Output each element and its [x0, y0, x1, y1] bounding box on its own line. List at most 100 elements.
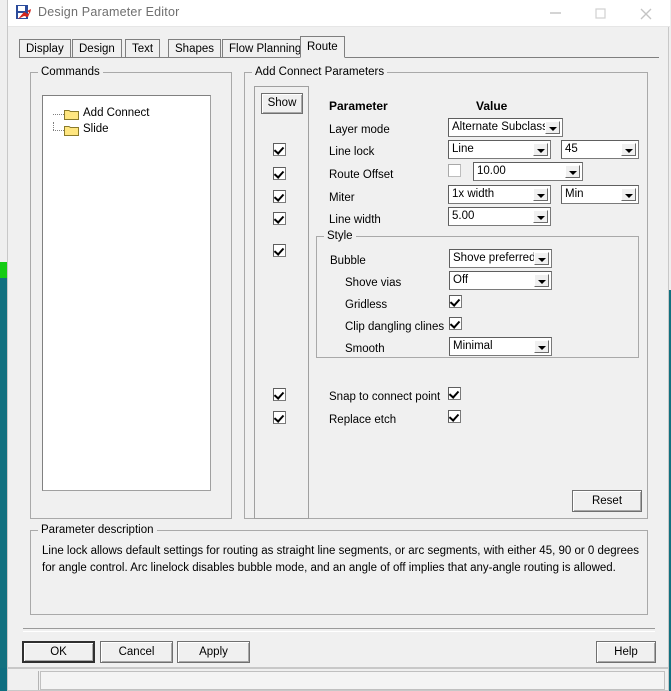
combo-line-width[interactable]: 5.00 — [448, 207, 551, 226]
value-column-header: Value — [476, 99, 508, 113]
description-text: Line lock allows default settings for ro… — [42, 545, 640, 574]
chevron-down-icon[interactable] — [621, 188, 636, 201]
maximize-icon — [595, 8, 606, 19]
description-legend: Parameter description — [38, 524, 157, 536]
tab-shapes[interactable]: Shapes — [168, 39, 222, 57]
tree-item-label: Add Connect — [83, 107, 150, 119]
label-line-lock: Line lock — [329, 146, 375, 158]
chevron-down-icon[interactable] — [534, 274, 549, 287]
tab-display[interactable]: Display — [19, 39, 71, 57]
ok-button[interactable]: OK — [22, 641, 95, 663]
label-bubble: Bubble — [330, 255, 366, 267]
tree-item-label: Slide — [83, 123, 109, 135]
show-checkbox-route-offset[interactable] — [273, 167, 286, 180]
chevron-down-icon[interactable] — [565, 165, 580, 178]
chevron-down-icon[interactable] — [545, 121, 560, 134]
show-checkbox-line-width[interactable] — [273, 212, 286, 225]
help-button[interactable]: Help — [596, 641, 656, 663]
desktop-left-top — [0, 0, 7, 262]
style-group: Style Bubble Shove preferred Shove vias … — [316, 230, 639, 358]
commands-tree[interactable]: Add Connect Slide — [42, 95, 211, 491]
maximize-button[interactable] — [580, 0, 625, 26]
status-separator — [38, 671, 39, 690]
show-checkbox-style[interactable] — [273, 244, 286, 257]
minimize-button[interactable] — [535, 0, 580, 26]
tab-text[interactable]: Text — [125, 39, 161, 57]
window-title: Design Parameter Editor — [38, 5, 180, 19]
tab-flow-planning[interactable]: Flow Planning — [222, 39, 309, 57]
folder-icon — [64, 108, 79, 120]
combo-line-lock-value: Line — [452, 143, 474, 155]
chevron-down-icon[interactable] — [533, 143, 548, 156]
chevron-down-icon[interactable] — [534, 340, 549, 353]
combo-miter-value: 1x width — [452, 188, 495, 200]
reset-button[interactable]: Reset — [572, 490, 642, 512]
combo-smooth-value: Minimal — [453, 340, 493, 352]
checkbox-gridless[interactable] — [449, 295, 462, 308]
style-legend: Style — [324, 230, 356, 242]
combo-route-offset-value: 10.00 — [477, 165, 506, 177]
combo-layer-mode[interactable]: Alternate Subclass — [448, 118, 563, 137]
combo-miter-mode[interactable]: Min — [561, 185, 639, 204]
chevron-down-icon[interactable] — [533, 210, 548, 223]
desktop-green-accent — [0, 262, 7, 278]
allegro-app-icon — [15, 4, 33, 22]
label-shove-vias: Shove vias — [345, 277, 402, 289]
combo-smooth[interactable]: Minimal — [449, 337, 552, 356]
show-checkbox-replace-etch[interactable] — [273, 411, 286, 424]
label-layer-mode: Layer mode — [329, 124, 390, 136]
combo-shove-vias[interactable]: Off — [449, 271, 552, 290]
label-clip-dangling-clines: Clip dangling clines — [345, 321, 445, 333]
label-snap-to-connect-point: Snap to connect point — [329, 391, 441, 403]
label-miter: Miter — [329, 192, 355, 204]
close-icon — [640, 8, 652, 20]
commands-legend: Commands — [38, 66, 103, 78]
chevron-down-icon[interactable] — [533, 188, 548, 201]
show-checkbox-line-lock[interactable] — [273, 143, 286, 156]
chevron-down-icon[interactable] — [621, 143, 636, 156]
screen: Design Parameter Editor Display Design T… — [0, 0, 671, 691]
combo-miter[interactable]: 1x width — [448, 185, 551, 204]
combo-line-lock[interactable]: Line — [448, 140, 551, 159]
checkbox-clip-dangling-clines[interactable] — [449, 317, 462, 330]
tab-route[interactable]: Route — [300, 36, 345, 58]
tab-strip: Display Design Text Shapes Flow Planning… — [19, 36, 659, 58]
chevron-down-icon[interactable] — [534, 252, 549, 265]
add-connect-parameters-group: Add Connect Parameters Show Parameter Va… — [244, 66, 648, 519]
folder-icon — [64, 124, 79, 136]
label-replace-etch: Replace etch — [329, 414, 397, 426]
label-smooth: Smooth — [345, 343, 385, 355]
show-button[interactable]: Show — [261, 93, 303, 114]
combo-shove-vias-value: Off — [453, 274, 469, 286]
cancel-button[interactable]: Cancel — [100, 641, 173, 663]
show-checkbox-snap-to-connect[interactable] — [273, 388, 286, 401]
combo-line-lock-angle-value: 45 — [565, 143, 578, 155]
tree-connector — [53, 114, 64, 116]
combo-bubble[interactable]: Shove preferred — [449, 249, 552, 268]
desktop-bottom — [0, 668, 7, 691]
combo-miter-mode-value: Min — [565, 188, 584, 200]
design-parameter-editor-window: Design Parameter Editor Display Design T… — [7, 0, 670, 668]
tree-connector-vertical — [53, 122, 55, 130]
status-message-field — [40, 671, 665, 690]
parameter-description-group: Parameter description Line lock allows d… — [30, 524, 648, 615]
combo-layer-mode-value: Alternate Subclass — [452, 121, 548, 133]
combo-line-lock-angle[interactable]: 45 — [561, 140, 639, 159]
combo-line-width-value: 5.00 — [452, 210, 475, 222]
show-checkbox-miter[interactable] — [273, 190, 286, 203]
checkbox-route-offset-enable[interactable] — [448, 164, 461, 177]
parameters-legend: Add Connect Parameters — [252, 66, 388, 78]
combo-route-offset[interactable]: 10.00 — [473, 162, 583, 181]
close-button[interactable] — [625, 0, 670, 26]
checkbox-snap-to-connect-point[interactable] — [448, 387, 461, 400]
tree-connector — [53, 130, 64, 132]
apply-button[interactable]: Apply — [177, 641, 250, 663]
tab-design[interactable]: Design — [72, 39, 122, 57]
combo-bubble-value: Shove preferred — [453, 252, 536, 264]
parameter-column-header: Parameter — [329, 99, 388, 113]
commands-group: Commands Add Connect Slide — [30, 66, 232, 519]
label-gridless: Gridless — [345, 299, 388, 311]
footer-separator — [23, 628, 655, 632]
checkbox-replace-etch[interactable] — [448, 410, 461, 423]
status-bar — [7, 668, 669, 691]
